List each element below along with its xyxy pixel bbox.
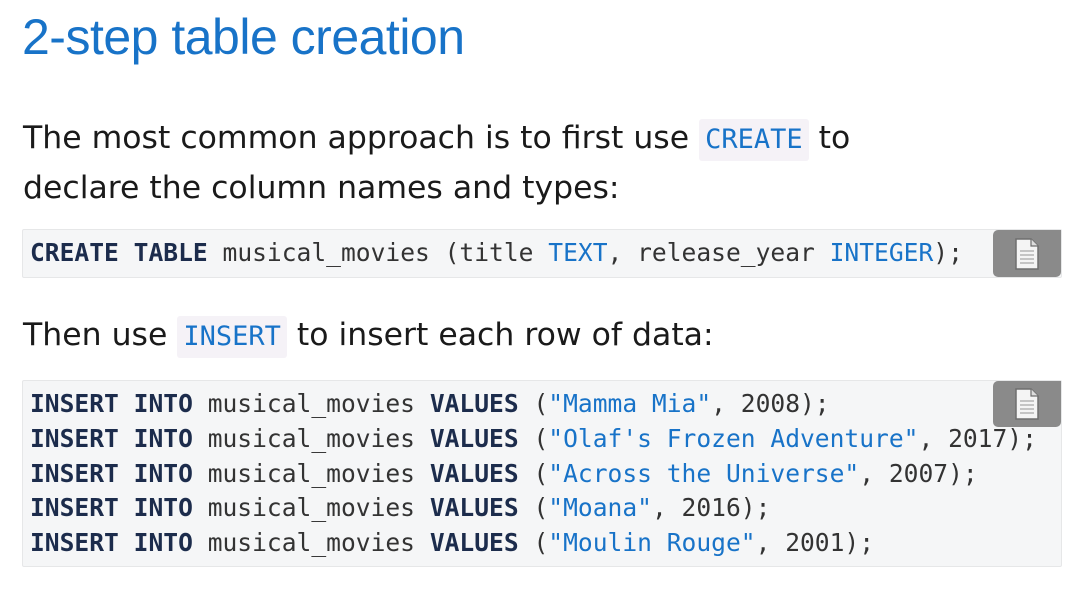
sql-keyword: VALUES [429, 423, 519, 453]
insert-paragraph: Then use INSERT to insert each row of da… [23, 311, 714, 361]
inline-code-insert: INSERT [177, 316, 287, 358]
sql-text: ); [933, 238, 963, 267]
sql-identifier: musical_movies [192, 528, 430, 558]
copy-document-icon [1015, 237, 1039, 270]
sql-text: ( [518, 423, 549, 453]
sql-keyword: VALUES [429, 528, 519, 558]
intro-paragraph: The most common approach is to first use… [23, 114, 850, 212]
sql-string: "Moana" [548, 493, 652, 523]
code-line: INSERT INTO musical_movies VALUES ("Olaf… [30, 422, 1061, 457]
sql-keyword: INTO [133, 528, 193, 558]
copy-button[interactable] [993, 381, 1061, 427]
insert-text-after: to insert each row of data: [286, 317, 714, 353]
sql-keyword: INSERT [30, 423, 119, 453]
create-code-block: CREATE TABLE musical_movies (title TEXT,… [22, 229, 1062, 278]
insert-code-block: INSERT INTO musical_movies VALUES ("Mamm… [22, 380, 1062, 567]
sql-text: ( [518, 389, 549, 418]
sql-string: "Moulin Rouge" [548, 528, 756, 558]
intro-text-after: to [808, 120, 851, 156]
sql-keyword: VALUES [429, 493, 519, 523]
sql-keyword: VALUES [429, 458, 519, 488]
sql-identifier: musical_movies [192, 493, 430, 523]
code-line: INSERT INTO musical_movies VALUES ("Mamm… [30, 387, 1061, 422]
sql-keyword: INTO [133, 458, 193, 488]
sql-text: , 2017); [918, 423, 1037, 453]
intro-text-before: The most common approach is to first use [23, 120, 700, 156]
intro-text-line2: declare the column names and types: [23, 170, 620, 206]
sql-text: , 2008); [711, 389, 830, 418]
code-line: INSERT INTO musical_movies VALUES ("Moan… [30, 491, 1061, 526]
sql-keyword: INSERT [30, 389, 119, 418]
sql-text: (title [444, 238, 549, 267]
sql-text: ( [518, 528, 549, 558]
page-title: 2-step table creation [22, 9, 465, 65]
sql-string: "Mamma Mia" [548, 389, 712, 418]
sql-keyword: VALUES [429, 389, 519, 418]
code-line: INSERT INTO musical_movies VALUES ("Acro… [30, 457, 1061, 492]
sql-keyword: INTO [133, 389, 193, 418]
sql-type: TEXT [548, 238, 608, 267]
sql-keyword: INSERT [30, 528, 119, 558]
copy-button[interactable] [993, 230, 1061, 277]
sql-text: , release_year [607, 238, 830, 267]
sql-text: ( [518, 493, 549, 523]
sql-string: "Across the Universe" [548, 458, 860, 488]
sql-keyword: INSERT [30, 493, 119, 523]
inline-code-create: CREATE [699, 119, 809, 161]
sql-identifier: musical_movies [192, 389, 430, 418]
insert-text-before: Then use [23, 317, 178, 353]
sql-string: "Olaf's Frozen Adventure" [548, 423, 919, 453]
sql-identifier: musical_movies [192, 423, 430, 453]
sql-keyword: INSERT [30, 458, 119, 488]
sql-keyword: INTO [133, 423, 193, 453]
sql-keyword: CREATE [30, 238, 119, 267]
code-line: CREATE TABLE musical_movies (title TEXT,… [30, 236, 1061, 271]
sql-text: , 2016); [651, 493, 771, 523]
sql-keyword: INTO [133, 493, 193, 523]
sql-identifier: musical_movies [192, 458, 430, 488]
sql-text: , 2001); [755, 528, 875, 558]
sql-type: INTEGER [829, 238, 934, 267]
code-line: INSERT INTO musical_movies VALUES ("Moul… [30, 526, 1061, 561]
sql-keyword: TABLE [133, 238, 208, 267]
sql-text: ( [518, 458, 549, 488]
sql-identifier: musical_movies [207, 238, 445, 267]
copy-document-icon [1015, 388, 1039, 420]
sql-text: , 2007); [859, 458, 978, 488]
